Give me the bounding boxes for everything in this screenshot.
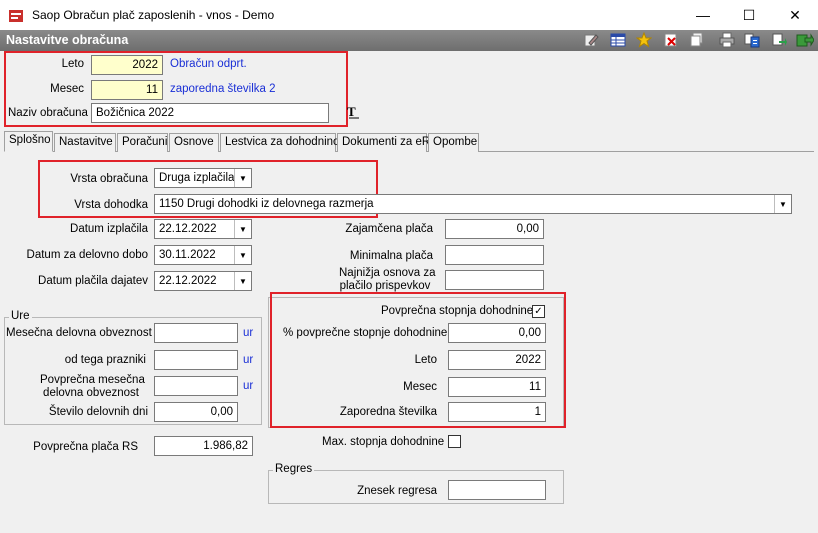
export-icon[interactable]: [743, 31, 761, 49]
najnizja-osnova-field[interactable]: [445, 270, 544, 290]
povprecna-stopnja-label: Povprečna stopnja dohodnine: [381, 305, 534, 317]
max-stopnja-label: Max. stopnja dohodnine: [322, 436, 445, 448]
povprecna-obveznost-field[interactable]: [154, 376, 238, 396]
font-icon[interactable]: T: [347, 104, 361, 120]
vrsta-dohodka-value: 1150 Drugi dohodki iz delovnega razmerja: [159, 198, 374, 210]
vrsta-obracuna-label: Vrsta obračuna: [70, 173, 148, 185]
exit-icon[interactable]: [796, 31, 814, 49]
datum-izplacila-label: Datum izplačila: [70, 223, 148, 235]
zajamcena-placa-field[interactable]: 0,00: [445, 219, 544, 239]
datum-dajatev-label: Datum plačila dajatev: [38, 275, 148, 287]
vrsta-obracuna-value: Druga izplačila: [159, 172, 235, 184]
tab-osnove[interactable]: Osnove: [169, 133, 219, 152]
close-button[interactable]: ✕: [772, 0, 818, 30]
dohodnina-leto-field[interactable]: 2022: [448, 350, 546, 370]
svg-text:T: T: [347, 104, 356, 119]
copy-icon[interactable]: [688, 31, 706, 49]
mesecna-obveznost-field[interactable]: [154, 323, 238, 343]
vrsta-obracuna-dropdown-icon[interactable]: ▼: [234, 169, 251, 187]
vrsta-dohodka-select[interactable]: 1150 Drugi dohodki iz delovnega razmerja: [154, 194, 792, 214]
povprecna-unit: ur: [243, 380, 254, 392]
mesecna-unit: ur: [243, 327, 254, 339]
datum-izplacila-dropdown-icon[interactable]: ▼: [234, 220, 251, 238]
datum-delovno-dropdown-icon[interactable]: ▼: [234, 246, 251, 264]
print-icon[interactable]: [718, 31, 736, 49]
zajamcena-placa-label: Zajamčena plača: [345, 223, 433, 235]
minimalna-placa-field[interactable]: [445, 245, 544, 265]
povprecna-stopnja-checkbox[interactable]: ✓: [532, 305, 545, 318]
dohodnina-leto-label: Leto: [414, 354, 437, 366]
ure-group-title: Ure: [9, 310, 32, 322]
mesec-field[interactable]: 11: [91, 80, 163, 100]
prazniki-label: od tega prazniki: [64, 354, 146, 366]
datum-dajatev-dropdown-icon[interactable]: ▼: [234, 272, 251, 290]
povprecna-obveznost-label-line1: Povprečna mesečna: [40, 374, 145, 386]
tab-opombe[interactable]: Opombe: [428, 133, 479, 152]
tab-dokumenti[interactable]: Dokumenti za eR: [337, 133, 430, 152]
tab-splosno[interactable]: Splošno: [4, 131, 53, 152]
prazniki-field[interactable]: [154, 350, 238, 370]
datum-delovno-label: Datum za delovno dobo: [26, 249, 148, 261]
tab-lestvica[interactable]: Lestvica za dohodnino: [220, 133, 339, 152]
delete-icon[interactable]: [662, 31, 680, 49]
najnizja-osnova-label-line1: Najnižja osnova za: [339, 267, 436, 279]
delovni-dni-label: Število delovnih dni: [48, 406, 148, 418]
prazniki-unit: ur: [243, 354, 254, 366]
zaporedna-stevilka-label: Zaporedna številka: [339, 406, 437, 418]
tab-poracuni[interactable]: Poračuni: [117, 133, 168, 152]
leto-field[interactable]: 2022: [91, 55, 163, 75]
naziv-label: Naziv obračuna: [8, 107, 88, 119]
zaporedna-stevilka-field[interactable]: 1: [448, 402, 546, 422]
dohodnina-mesec-label: Mesec: [403, 381, 437, 393]
vrsta-dohodka-label: Vrsta dohodka: [74, 199, 148, 211]
maximize-button[interactable]: ☐: [726, 0, 772, 30]
app-icon: [8, 8, 24, 24]
povprecna-obveznost-label: Povprečna mesečna delovna obveznost: [40, 374, 145, 400]
dohodnina-mesec-field[interactable]: 11: [448, 377, 546, 397]
datum-izplacila-value: 22.12.2022: [159, 223, 217, 235]
mesec-label: Mesec: [50, 83, 84, 95]
znesek-regresa-field[interactable]: [448, 480, 546, 500]
najnizja-osnova-label: Najnižja osnova za plačilo prispevkov: [339, 267, 436, 293]
minimalna-placa-label: Minimalna plača: [349, 250, 433, 262]
import-icon[interactable]: [770, 31, 788, 49]
povprecna-obveznost-label-line2: delovna obveznost: [43, 387, 139, 399]
max-stopnja-checkbox[interactable]: [448, 435, 461, 448]
povprecna-placa-rs-field[interactable]: 1.986,82: [154, 436, 253, 456]
datum-delovno-value: 30.11.2022: [159, 249, 216, 261]
tab-nastavitve[interactable]: Nastavitve: [54, 133, 116, 152]
edit-icon[interactable]: [582, 31, 600, 49]
mesecna-obveznost-label: Mesečna delovna obveznost: [6, 327, 152, 339]
window-title: Saop Obračun plač zaposlenih - vnos - De…: [32, 8, 275, 22]
leto-label: Leto: [61, 58, 84, 70]
vrsta-dohodka-dropdown-icon[interactable]: ▼: [774, 195, 791, 213]
znesek-regresa-label: Znesek regresa: [357, 485, 437, 497]
odstotek-stopnje-label: % povprečne stopnje dohodnine: [283, 327, 448, 339]
delovni-dni-field[interactable]: 0,00: [154, 402, 238, 422]
minimize-button[interactable]: —: [680, 0, 726, 30]
regres-group-title: Regres: [273, 463, 315, 475]
datum-dajatev-value: 22.12.2022: [159, 275, 217, 287]
povprecna-placa-rs-label: Povprečna plača RS: [33, 441, 138, 453]
table-icon[interactable]: [609, 31, 627, 49]
form-title: Nastavitve obračuna: [6, 33, 129, 47]
star-icon[interactable]: [635, 31, 653, 49]
naziv-field[interactable]: Božičnica 2022: [91, 103, 329, 123]
obracun-status-text: Obračun odprt.: [170, 58, 247, 70]
odstotek-stopnje-field[interactable]: 0,00: [448, 323, 546, 343]
zaporedna-stevilka-text: zaporedna številka 2: [170, 83, 276, 95]
